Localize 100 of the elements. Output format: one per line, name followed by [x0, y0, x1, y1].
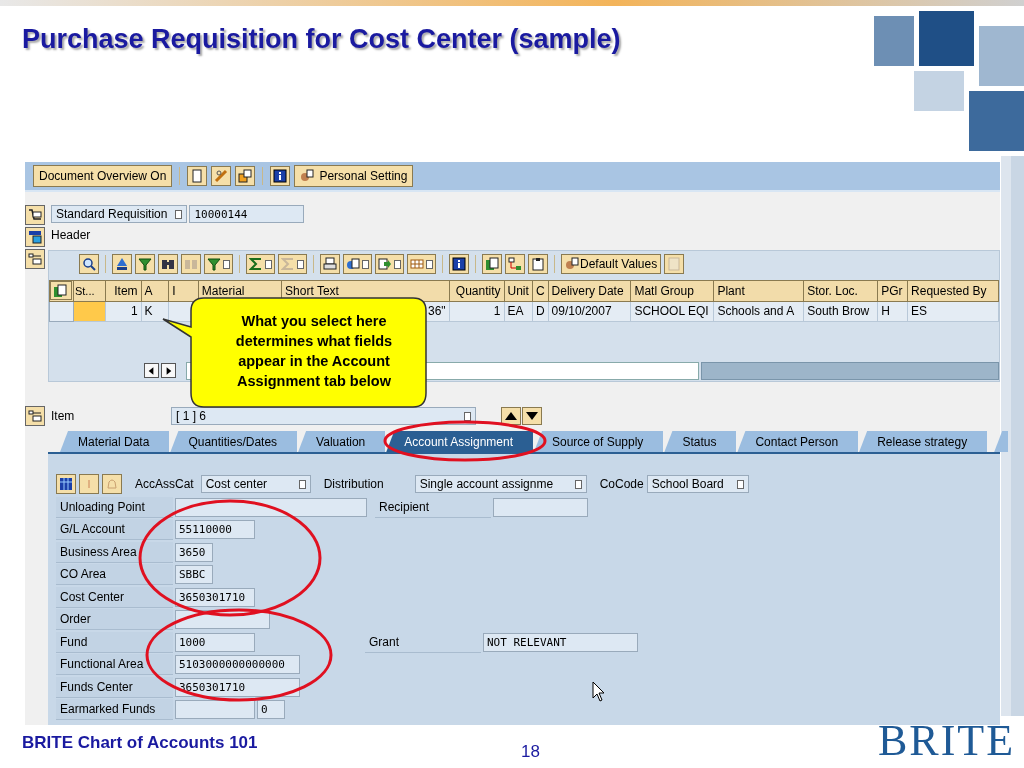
default-values-button[interactable]: Default Values	[561, 254, 662, 274]
document-number-field[interactable]: 10000144	[189, 205, 305, 223]
notification-button[interactable]	[102, 474, 122, 494]
layout-button[interactable]	[407, 254, 436, 274]
binoculars-icon	[161, 257, 175, 271]
dropdown-icon	[394, 259, 401, 269]
grid-icon	[410, 257, 424, 271]
edit-button[interactable]	[211, 166, 232, 186]
input-field[interactable]: 3650301710	[175, 587, 255, 607]
field-label: AccAssCat	[135, 477, 194, 491]
field-label: Unloading Point	[56, 496, 173, 518]
row-selector[interactable]	[49, 301, 74, 321]
column-header[interactable]: A	[141, 280, 169, 301]
clipboard-icon	[531, 257, 545, 271]
mark-button[interactable]	[79, 474, 99, 494]
pencil-icon	[214, 169, 229, 183]
info-button[interactable]	[270, 166, 291, 186]
sum-icon	[249, 257, 263, 271]
item-overview-toggle-button[interactable]	[25, 249, 45, 269]
header-toggle-button[interactable]	[25, 227, 45, 247]
tab[interactable]: Contact Person	[737, 431, 859, 452]
item-icon	[28, 252, 42, 266]
column-header[interactable]: Stor. Loc.	[803, 280, 878, 301]
dropdown-icon	[362, 259, 369, 269]
input-field[interactable]: 3650301710	[175, 677, 300, 697]
create-button[interactable]	[187, 166, 208, 186]
find-button[interactable]	[158, 254, 178, 274]
subtotal-button[interactable]	[278, 254, 307, 274]
print-button[interactable]	[320, 254, 340, 274]
tab[interactable]: Quantities/Dates	[170, 431, 298, 452]
filter-icon	[138, 257, 152, 271]
switch-button[interactable]	[235, 166, 256, 186]
item-label: Item	[51, 409, 76, 423]
export-icon	[378, 257, 392, 271]
input-field[interactable]	[175, 700, 255, 720]
field-label: Earmarked Funds	[56, 699, 173, 721]
input-field[interactable]	[175, 497, 367, 517]
dropdown-icon	[736, 479, 744, 489]
select-all-button[interactable]	[50, 281, 72, 300]
document-type-dropdown[interactable]: Standard Requisition	[51, 205, 188, 223]
input-field[interactable]: SBBC	[175, 565, 213, 585]
tab[interactable]: Source of Supply	[534, 431, 664, 452]
dropdown-icon	[175, 209, 183, 219]
total-button[interactable]	[246, 254, 275, 274]
set-filter-button[interactable]	[204, 254, 233, 274]
requisition-button[interactable]	[25, 205, 45, 225]
category-dropdown[interactable]: Cost center	[200, 475, 311, 493]
dropdown-icon	[265, 259, 272, 269]
column-header[interactable]: I	[168, 280, 199, 301]
input-field[interactable]: 55110000	[175, 520, 255, 540]
details-button[interactable]	[79, 254, 99, 274]
settings-icon	[300, 169, 315, 183]
sum-icon	[281, 257, 295, 271]
tab[interactable]: Status	[664, 431, 737, 452]
column-header[interactable]: PGr	[877, 280, 908, 301]
tab[interactable]: Material Data	[60, 431, 170, 452]
stack-icon	[115, 257, 129, 271]
input-field[interactable]	[493, 497, 588, 517]
input-field[interactable]: 5103000000000000	[175, 655, 300, 675]
filter-button[interactable]	[135, 254, 155, 274]
input-field[interactable]: 3650	[175, 542, 213, 562]
column-header[interactable]: Requested By	[907, 280, 999, 301]
filter-icon	[207, 257, 221, 271]
tab[interactable]: Valuation	[298, 431, 386, 452]
item-detail-toggle-button[interactable]	[25, 406, 45, 426]
list-button[interactable]	[664, 254, 685, 274]
info-icon	[452, 257, 466, 271]
column-header[interactable]: St...	[73, 280, 106, 301]
scroll-left-button[interactable]	[144, 363, 159, 378]
company-code-dropdown[interactable]: School Board	[646, 475, 749, 493]
help-button[interactable]	[449, 254, 469, 274]
clipboard-button[interactable]	[528, 254, 548, 274]
document-overview-button[interactable]: Document Overview On	[33, 165, 173, 187]
column-header[interactable]: Delivery Date	[548, 280, 631, 301]
input-field[interactable]: NOT RELEVANT	[483, 632, 638, 652]
export-button[interactable]	[375, 254, 404, 274]
sort-button[interactable]	[112, 254, 132, 274]
next-item-button[interactable]	[522, 407, 542, 425]
tab[interactable]: Release strategy	[859, 431, 988, 452]
field-label: Business Area	[56, 541, 173, 563]
column-header[interactable]: Plant	[713, 280, 804, 301]
table-view-button[interactable]	[56, 474, 76, 494]
tab[interactable]: Account Assignment	[386, 431, 533, 452]
scrollbar-thumb[interactable]	[701, 361, 999, 380]
field-label: Distribution	[323, 477, 385, 491]
page-number: 18	[521, 742, 540, 762]
scroll-right-button[interactable]	[161, 363, 176, 378]
column-header[interactable]: Quantity	[449, 280, 505, 301]
personal-setting-button[interactable]: Personal Setting	[294, 165, 414, 187]
transfer-button[interactable]	[482, 254, 502, 274]
input-field[interactable]: 1000	[175, 632, 255, 652]
column-header[interactable]: Item	[105, 280, 142, 301]
column-header[interactable]: Unit	[504, 280, 533, 301]
previous-item-button[interactable]	[501, 407, 521, 425]
printer-icon	[323, 257, 337, 271]
dropdown-icon	[426, 259, 433, 269]
input-field[interactable]: 0	[257, 700, 285, 720]
distribution-dropdown[interactable]: Single account assignme	[414, 475, 587, 493]
column-header[interactable]: Matl Group	[630, 280, 714, 301]
views-button[interactable]	[343, 254, 372, 274]
